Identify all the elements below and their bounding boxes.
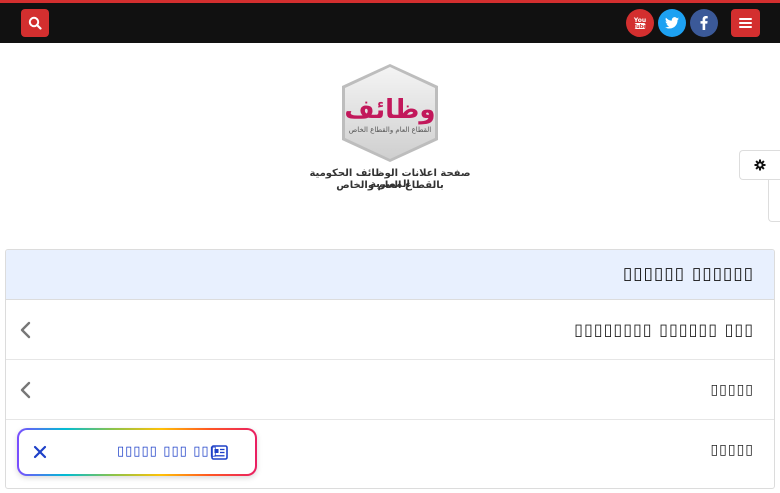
site-logo[interactable]: وظائف القطاع العام والقطاع الخاص صفحة اع… <box>290 60 490 196</box>
menu-icon <box>739 18 752 28</box>
youtube-link[interactable]: You Tube <box>626 9 654 37</box>
search-icon <box>28 16 42 30</box>
card-header: ▯▯▯▯▯▯ ▯▯▯▯▯▯ <box>6 250 774 300</box>
card-title: ▯▯▯▯▯▯ ▯▯▯▯▯▯ <box>622 264 754 284</box>
svg-text:Tube: Tube <box>633 24 647 30</box>
close-icon[interactable] <box>31 443 49 461</box>
svg-text:You: You <box>633 17 646 24</box>
settings-panel-edge <box>768 180 780 222</box>
facebook-icon <box>700 16 708 30</box>
newspaper-icon <box>211 445 228 460</box>
youtube-icon: You Tube <box>633 17 647 30</box>
settings-toggle[interactable] <box>739 150 780 180</box>
facebook-link[interactable] <box>690 9 718 37</box>
logo-sub-text: القطاع العام والقطاع الخاص <box>349 126 432 134</box>
top-navbar: You Tube <box>0 3 780 43</box>
floating-news-button[interactable]: ▯▯▯▯▯ ▯▯▯ ▯▯▯ <box>17 428 257 476</box>
list-item-label: ▯▯▯▯▯▯▯▯ ▯▯▯▯▯▯ ▯▯▯ <box>574 320 754 339</box>
search-button[interactable] <box>21 9 49 37</box>
twitter-icon <box>665 17 679 29</box>
chevron-left-icon <box>20 321 31 339</box>
menu-button[interactable] <box>731 9 760 37</box>
list-item[interactable]: ▯▯▯▯▯ <box>6 360 774 420</box>
chevron-left-icon <box>20 381 31 399</box>
twitter-link[interactable] <box>658 9 686 37</box>
logo-main-text: وظائف <box>344 95 435 125</box>
list-item[interactable]: ▯▯▯▯▯▯▯▯ ▯▯▯▯▯▯ ▯▯▯ <box>6 300 774 360</box>
list-item-label: ▯▯▯▯▯ <box>710 382 754 398</box>
floating-button-label: ▯▯▯▯▯ ▯▯▯ ▯▯▯ <box>117 444 218 459</box>
logo-tagline-2: بالقطاع العام والخاص <box>336 180 444 191</box>
hexagon-logo-graphic: وظائف القطاع العام والقطاع الخاص <box>342 64 438 162</box>
list-item-label: ▯▯▯▯▯ <box>710 442 754 458</box>
gear-icon <box>754 159 766 171</box>
